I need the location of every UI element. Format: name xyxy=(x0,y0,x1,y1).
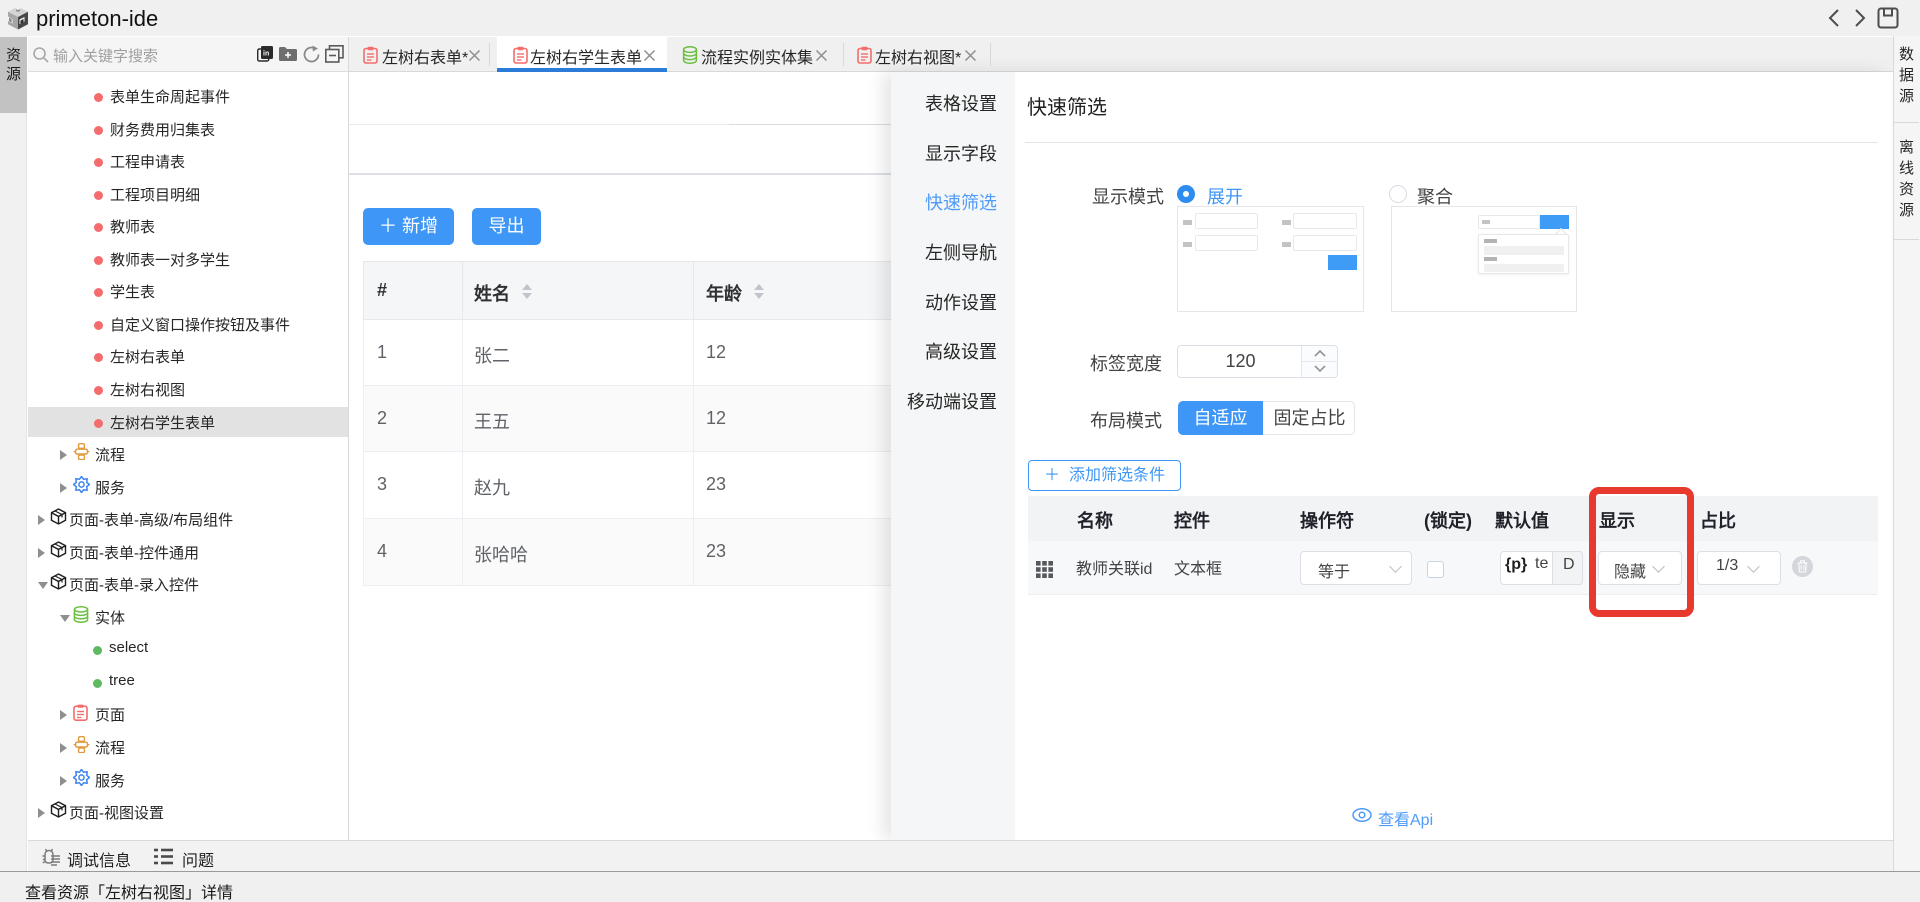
svg-text:in: in xyxy=(263,51,269,58)
